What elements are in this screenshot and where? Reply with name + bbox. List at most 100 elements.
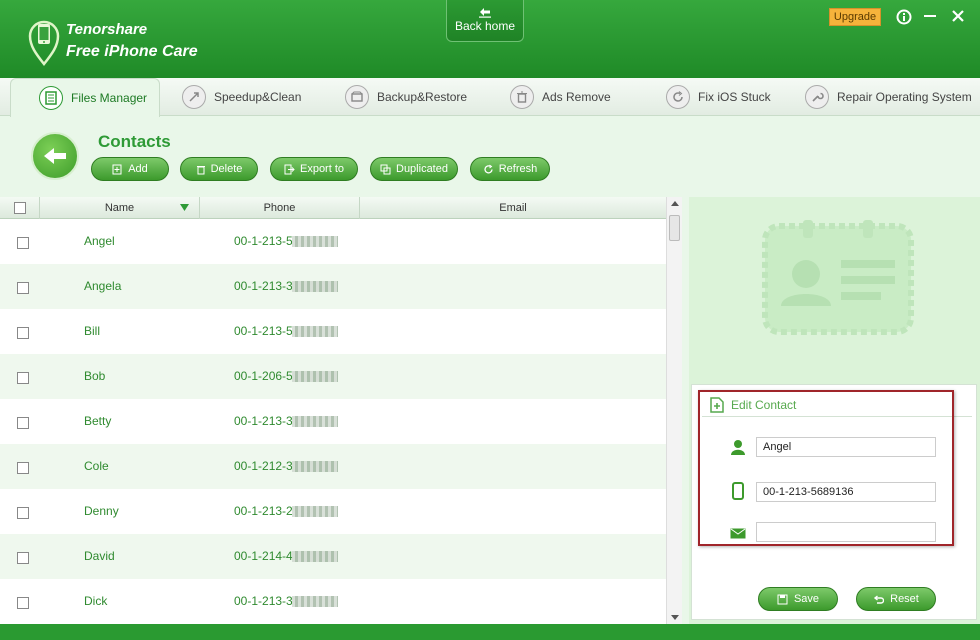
phone-redaction <box>292 371 338 382</box>
table-row[interactable]: David 00-1-214-4 <box>0 534 666 579</box>
trash-icon <box>196 165 205 174</box>
rocket-icon <box>182 85 206 109</box>
close-icon[interactable] <box>950 8 966 24</box>
tab-fix-ios-stuck[interactable]: Fix iOS Stuck <box>666 78 771 116</box>
contact-name: Dick <box>84 594 108 608</box>
phone-redaction <box>292 551 338 562</box>
tab-files-manager[interactable]: Files Manager <box>10 78 161 117</box>
add-label: Add <box>128 163 148 175</box>
export-button[interactable]: Export to <box>270 157 358 181</box>
row-checkbox[interactable] <box>17 551 29 564</box>
tab-speedup-clean[interactable]: Speedup&Clean <box>182 78 301 116</box>
contact-phone-field[interactable] <box>756 482 936 502</box>
back-button[interactable] <box>31 132 79 180</box>
refresh-button[interactable]: Refresh <box>470 157 550 181</box>
tab-label: Backup&Restore <box>377 90 468 104</box>
phone-redaction <box>292 281 338 292</box>
tab-label: Repair Operating System <box>837 90 972 104</box>
files-icon <box>39 86 63 110</box>
column-header-name[interactable]: Name <box>40 197 200 219</box>
contact-phone: 00-1-206-5 <box>234 369 293 383</box>
product-name: Free iPhone Care <box>66 43 198 60</box>
table-row[interactable]: Angela 00-1-213-3 <box>0 264 666 309</box>
phone-icon <box>732 482 744 500</box>
row-checkbox[interactable] <box>17 236 29 249</box>
contact-name: Cole <box>84 459 109 473</box>
table-row[interactable]: Cole 00-1-212-3 <box>0 444 666 489</box>
column-header-email[interactable]: Email <box>360 197 666 219</box>
duplicate-icon <box>380 164 391 174</box>
row-checkbox[interactable] <box>17 461 29 474</box>
scroll-down-icon[interactable] <box>671 615 679 620</box>
contact-phone: 00-1-213-2 <box>234 504 293 518</box>
phone-redaction <box>292 506 338 517</box>
row-checkbox[interactable] <box>17 371 29 384</box>
table-row[interactable]: Dick 00-1-213-3 <box>0 579 666 624</box>
contact-phone: 00-1-213-3 <box>234 279 293 293</box>
export-label: Export to <box>299 163 345 175</box>
delete-button[interactable]: Delete <box>180 157 258 181</box>
scroll-up-icon[interactable] <box>671 201 679 206</box>
contact-email-field[interactable] <box>756 522 936 542</box>
duplicated-button[interactable]: Duplicated <box>370 157 458 181</box>
back-arrow-icon <box>479 8 491 18</box>
sort-down-icon <box>180 204 189 211</box>
back-home-button[interactable]: Back home <box>446 0 524 42</box>
contact-name-field[interactable] <box>756 437 936 457</box>
contact-card-icon <box>762 220 914 335</box>
contact-name: Bob <box>84 369 106 383</box>
table-row[interactable]: Denny 00-1-213-2 <box>0 489 666 534</box>
tab-repair-operating-system[interactable]: Repair Operating System <box>805 78 972 116</box>
select-all-cell <box>0 197 40 219</box>
phone-header-label: Phone <box>263 202 296 214</box>
row-checkbox[interactable] <box>17 506 29 519</box>
table-row[interactable]: Bob 00-1-206-5 <box>0 354 666 399</box>
tab-backup-restore[interactable]: Backup&Restore <box>345 78 467 116</box>
row-checkbox[interactable] <box>17 596 29 609</box>
back-home-label: Back home <box>454 19 516 33</box>
table-scrollbar[interactable] <box>666 197 682 624</box>
minimize-icon[interactable] <box>924 15 936 17</box>
edit-contact-label: Edit Contact <box>731 398 797 412</box>
tab-ads-remove[interactable]: Ads Remove <box>510 78 611 116</box>
arrow-left-icon <box>44 148 66 164</box>
column-header-phone[interactable]: Phone <box>200 197 360 219</box>
duplicated-label: Duplicated <box>396 163 448 175</box>
email-header-label: Email <box>499 202 527 214</box>
add-button[interactable]: Add <box>91 157 169 181</box>
add-icon <box>112 164 122 174</box>
info-icon[interactable] <box>896 9 912 25</box>
save-button[interactable]: Save <box>758 587 838 611</box>
upgrade-button[interactable]: Upgrade <box>829 8 881 26</box>
save-label: Save <box>793 593 820 605</box>
delete-label: Delete <box>210 163 243 175</box>
row-checkbox[interactable] <box>17 416 29 429</box>
add-contact-icon <box>710 397 724 413</box>
contact-name: Angela <box>84 279 122 293</box>
phone-redaction <box>292 236 338 247</box>
wrench-icon <box>805 85 829 109</box>
contact-name: Betty <box>84 414 112 428</box>
row-checkbox[interactable] <box>17 326 29 339</box>
trash-icon <box>510 85 534 109</box>
tab-label: Fix iOS Stuck <box>698 90 771 104</box>
tab-bar: Files Manager Speedup&Clean Backup&Resto… <box>0 78 980 117</box>
scrollbar-thumb[interactable] <box>669 215 680 241</box>
phone-redaction <box>292 416 338 427</box>
reset-label: Reset <box>890 593 919 605</box>
tab-label: Ads Remove <box>542 90 611 104</box>
export-icon <box>284 164 295 174</box>
row-checkbox[interactable] <box>17 281 29 294</box>
table-header: Name Phone Email <box>0 197 666 219</box>
table-row[interactable]: Angel 00-1-213-5 <box>0 219 666 264</box>
table-row[interactable]: Bill 00-1-213-5 <box>0 309 666 354</box>
contact-phone: 00-1-212-3 <box>234 459 293 473</box>
reset-button[interactable]: Reset <box>856 587 936 611</box>
edit-contact-title: Edit Contact <box>710 397 796 413</box>
edit-contact-box <box>691 384 977 620</box>
table-row[interactable]: Betty 00-1-213-3 <box>0 399 666 444</box>
tenorshare-logo-icon <box>26 18 62 67</box>
contact-phone: 00-1-213-5 <box>234 324 293 338</box>
select-all-checkbox[interactable] <box>13 202 26 214</box>
phone-redaction <box>292 326 338 337</box>
